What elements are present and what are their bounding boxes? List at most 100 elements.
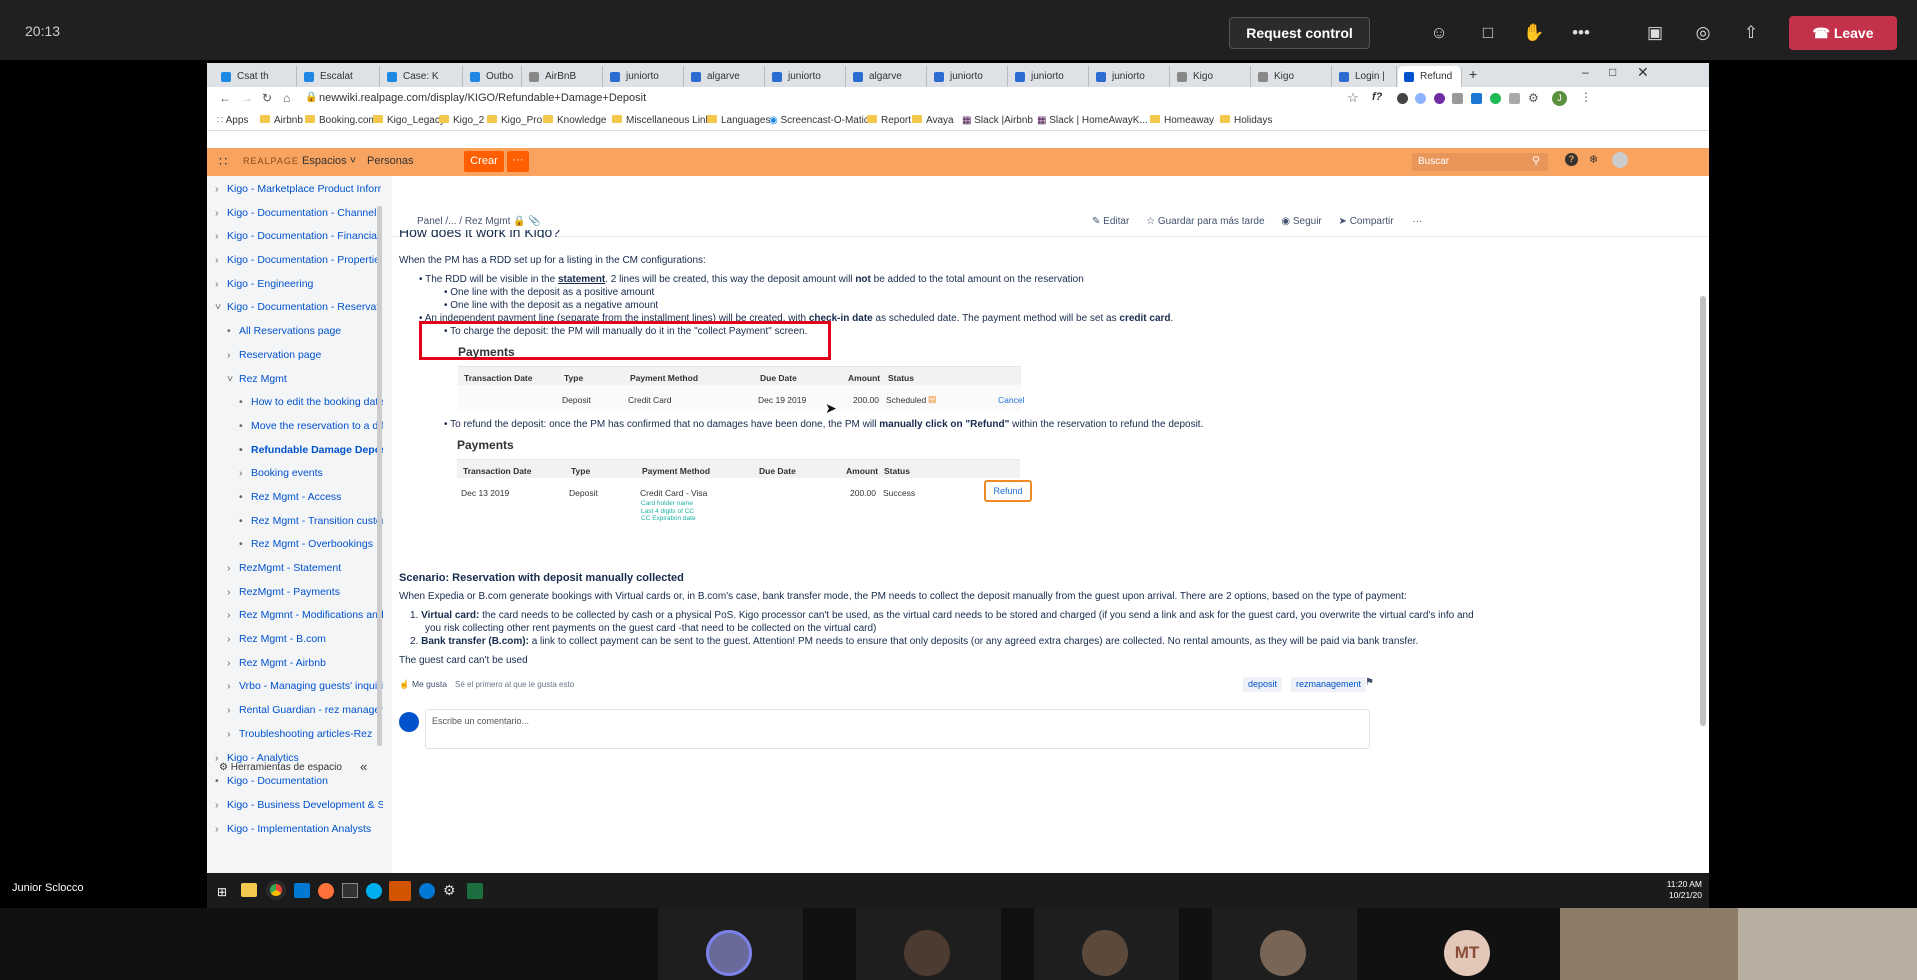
extension-icon[interactable] <box>1509 93 1520 104</box>
sidebar-item[interactable]: › Kigo - Documentation - Propertie <box>215 253 383 268</box>
espacios-menu[interactable]: Espacios ˅ <box>302 155 356 167</box>
sidebar-scrollbar[interactable] <box>377 206 382 746</box>
more-options-icon[interactable]: ••• <box>1570 22 1592 44</box>
participant-tile[interactable]: MT <box>1396 908 1566 980</box>
bookmark-item[interactable]: Booking.com <box>305 115 377 126</box>
browser-tab[interactable]: AirBnB <box>523 66 603 87</box>
minimize-icon[interactable]: – <box>1582 65 1589 79</box>
bookmark-item[interactable]: ◉ Screencast-O-Matic <box>769 115 869 126</box>
forward-icon[interactable]: → <box>241 91 253 105</box>
browser-tab[interactable]: Kigo <box>1171 66 1251 87</box>
reload-icon[interactable]: ↻ <box>262 91 272 105</box>
realpage-logo[interactable]: REALPAGE <box>243 156 299 166</box>
sidebar-item[interactable]: › Rez Mgmnt - Modifications and <box>215 608 383 623</box>
sidebar-item[interactable]: › Booking events <box>215 466 383 481</box>
help-icon[interactable]: ? <box>1565 153 1578 166</box>
file-explorer-icon[interactable] <box>241 883 257 897</box>
bookmark-item[interactable]: Languages <box>707 115 771 126</box>
bookmark-item[interactable]: Airbnb <box>260 115 303 126</box>
sidebar-item[interactable]: › Rez Mgmt - B.com <box>215 632 383 647</box>
excel-icon[interactable] <box>467 883 483 899</box>
restrictions-icon[interactable]: 🔒 <box>513 216 525 227</box>
personas-link[interactable]: Personas <box>367 155 413 167</box>
browser-tab[interactable]: Kigo <box>1252 66 1332 87</box>
search-input[interactable]: Buscar <box>1412 153 1548 171</box>
sidebar-item[interactable]: › RezMgmt - Statement <box>215 561 383 576</box>
url-input[interactable]: newwiki.realpage.com/display/KIGO/Refund… <box>319 92 646 104</box>
firefox-icon[interactable] <box>318 883 334 899</box>
edit-button[interactable]: ✎ Editar <box>1092 216 1129 227</box>
page-more-button[interactable]: ··· <box>1412 216 1422 227</box>
breadcrumb-rez-mgmt[interactable]: Rez Mgmt <box>465 216 511 227</box>
breadcrumb-panel[interactable]: Panel <box>417 216 443 227</box>
teams-icon[interactable] <box>389 881 411 901</box>
participant-tile[interactable] <box>1034 908 1179 980</box>
browser-tab[interactable]: algarve <box>685 66 765 87</box>
extensions-puzzle-icon[interactable]: ⚙ <box>1528 91 1539 105</box>
share-screen-icon[interactable]: ⇧ <box>1740 22 1762 44</box>
microphone-icon[interactable]: ◎ <box>1692 22 1714 44</box>
save-for-later-button[interactable]: ☆ Guardar para más tarde <box>1146 216 1264 227</box>
sidebar-item[interactable]: • Move the reservation to a dif <box>215 419 383 434</box>
maximize-icon[interactable]: □ <box>1609 65 1616 79</box>
sidebar-item[interactable]: › Kigo - Documentation - Channel I <box>215 206 383 221</box>
search-icon[interactable]: ⚲ <box>1532 154 1540 167</box>
app-switcher-icon[interactable]: ∷ <box>219 154 227 170</box>
sidebar-item[interactable]: › Rez Mgmt - Airbnb <box>215 656 383 671</box>
participant-tile[interactable] <box>856 908 1001 980</box>
sidebar-item[interactable]: • How to edit the booking date <box>215 395 383 410</box>
sidebar-item[interactable]: • Rez Mgmt - Overbookings <box>215 537 383 552</box>
request-control-button[interactable]: Request control <box>1229 17 1370 49</box>
notifications-icon[interactable]: ❄ <box>1589 153 1598 166</box>
screen-recorder-icon[interactable] <box>342 883 358 898</box>
browser-tab[interactable]: algarve <box>847 66 927 87</box>
sidebar-item[interactable]: › Vrbo - Managing guests' inquiri <box>215 679 383 694</box>
bookmark-item[interactable]: ▦ Slack |Airbnb <box>962 115 1033 126</box>
sidebar-item[interactable]: ˅ Rez Mgmt <box>215 372 383 387</box>
home-icon[interactable]: ⌂ <box>283 91 290 105</box>
settings-gear-icon[interactable]: ⚙ <box>443 882 456 899</box>
participant-video[interactable] <box>1560 908 1746 980</box>
browser-tab[interactable]: juniorto <box>928 66 1008 87</box>
bookmark-item[interactable]: Avaya <box>912 115 954 126</box>
sidebar-item[interactable]: • Refundable Damage Depos <box>215 443 383 458</box>
participant-tile[interactable] <box>1212 908 1357 980</box>
skype-icon[interactable] <box>366 883 382 899</box>
share-button[interactable]: ➤ Compartir <box>1339 216 1394 227</box>
browser-tab[interactable]: juniorto <box>1090 66 1170 87</box>
windows-start-icon[interactable]: ⊞ <box>217 885 227 899</box>
attachment-icon[interactable]: 📎 <box>528 216 540 227</box>
create-button[interactable]: Crear <box>464 151 504 172</box>
bookmark-item[interactable]: Kigo_2 <box>439 115 484 126</box>
bookmark-apps[interactable]: ∷ Apps <box>217 115 248 126</box>
browser-tab[interactable]: juniorto <box>604 66 684 87</box>
bookmark-item[interactable]: Knowledge <box>543 115 606 126</box>
create-more-button[interactable]: ··· <box>507 151 529 172</box>
bookmark-item[interactable]: Homeaway <box>1150 115 1214 126</box>
formula-extension-icon[interactable]: f? <box>1372 91 1382 103</box>
camera-extension-icon[interactable] <box>1452 93 1463 104</box>
grammarly-icon[interactable] <box>1490 93 1501 104</box>
sidebar-item[interactable]: › Kigo - Marketplace Product Inforr <box>215 182 383 197</box>
bookmark-item[interactable]: Holidays <box>1220 115 1272 126</box>
extension-icon[interactable] <box>1434 93 1445 104</box>
statement-link[interactable]: statement <box>558 274 605 285</box>
chat-icon[interactable]: □ <box>1477 22 1499 44</box>
sidebar-item[interactable]: › Kigo - Engineering <box>215 277 383 292</box>
bookmark-item[interactable]: Kigo_Legacy <box>373 115 445 126</box>
bookmark-item[interactable]: Kigo_Pro <box>487 115 542 126</box>
bookmark-item[interactable]: Miscellaneous Links <box>612 115 716 126</box>
new-badge-icon[interactable] <box>1471 93 1482 104</box>
browser-tab[interactable]: Csat th <box>215 66 297 87</box>
extension-icon[interactable] <box>1397 93 1408 104</box>
people-icon[interactable]: ☺ <box>1428 22 1450 44</box>
new-tab-icon[interactable]: + <box>1469 66 1477 82</box>
extension-icon[interactable] <box>1415 93 1426 104</box>
sidebar-item[interactable]: › Reservation page <box>215 348 383 363</box>
participant-tile[interactable] <box>658 908 803 980</box>
sidebar-item[interactable]: • Rez Mgmt - Access <box>215 490 383 505</box>
sidebar-item[interactable]: • All Reservations page <box>215 324 383 339</box>
label-tag[interactable]: deposit <box>1243 677 1283 692</box>
follow-button[interactable]: ◉ Seguir <box>1281 216 1321 227</box>
bookmark-star-icon[interactable]: ☆ <box>1347 90 1359 106</box>
